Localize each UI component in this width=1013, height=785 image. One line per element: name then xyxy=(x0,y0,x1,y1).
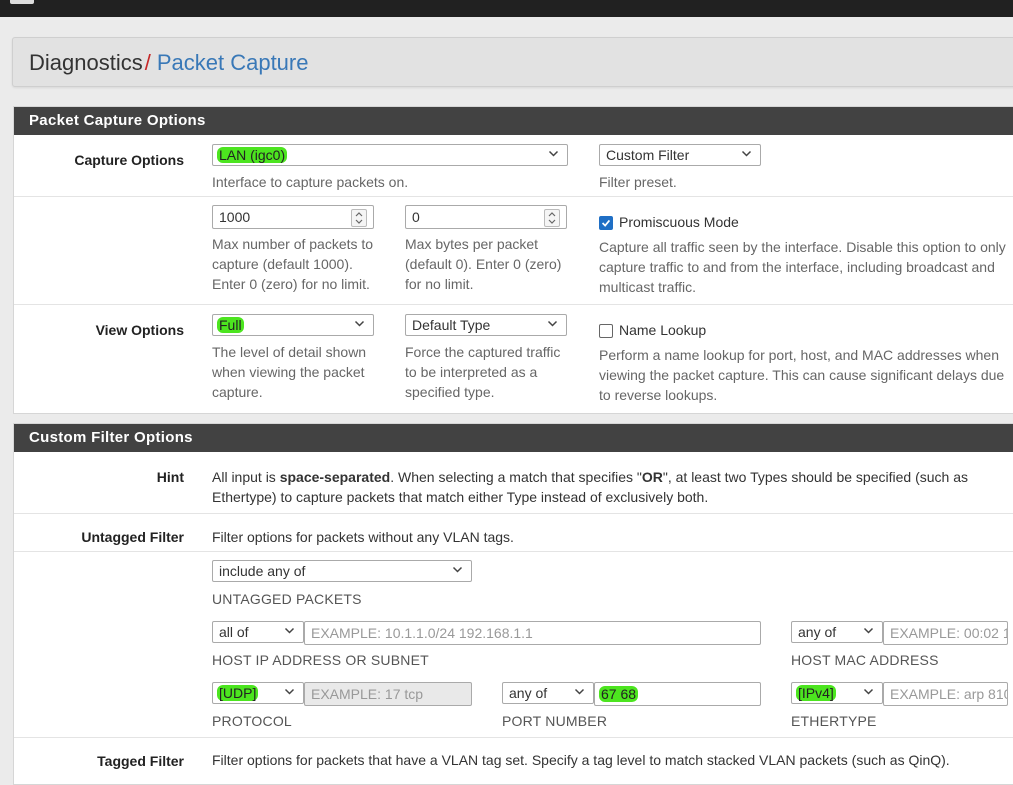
interface-help: Interface to capture packets on. xyxy=(212,174,409,190)
chevron-down-icon xyxy=(574,688,585,695)
host-ip-match-select[interactable]: all of xyxy=(212,621,304,643)
panel-title: Packet Capture Options xyxy=(29,112,206,129)
promiscuous-label[interactable]: Promiscuous Mode xyxy=(619,212,739,232)
filter-preset-value: Custom Filter xyxy=(606,147,690,163)
stepper-icon[interactable] xyxy=(351,209,367,227)
page-title: Diagnostics/Packet Capture xyxy=(29,50,308,76)
protocol-caption: PROTOCOL xyxy=(212,713,292,729)
menu-icon[interactable] xyxy=(10,0,34,4)
view-options-label: View Options xyxy=(95,322,184,338)
chevron-down-icon xyxy=(863,688,874,695)
name-lookup-checkbox[interactable] xyxy=(599,324,613,338)
capture-options-label: Capture Options xyxy=(74,152,184,168)
panel-title: Custom Filter Options xyxy=(29,429,193,446)
host-ip-input[interactable]: EXAMPLE: 10.1.1.0/24 192.168.1.1 xyxy=(304,621,761,645)
panel-header: Custom Filter Options xyxy=(14,424,1013,452)
panel-header: Packet Capture Options xyxy=(14,107,1013,135)
protocol-match-value: [UDP] xyxy=(217,685,259,701)
port-match-select[interactable]: any of xyxy=(502,682,594,704)
view-type-value: Default Type xyxy=(412,317,491,333)
promiscuous-help: Capture all traffic seen by the interfac… xyxy=(599,239,1006,295)
host-mac-match-value: any of xyxy=(798,624,837,640)
host-mac-placeholder: EXAMPLE: 00:02 11:22:33:44:55:66 xyxy=(890,625,1007,641)
max-packets-value: 1000 xyxy=(219,209,251,225)
port-match-value: any of xyxy=(509,685,548,701)
port-input[interactable]: 67 68 xyxy=(594,682,761,706)
view-level-help: The level of detail shown when viewing t… xyxy=(212,344,367,400)
ethertype-input[interactable]: EXAMPLE: arp 8100 xyxy=(883,682,1008,706)
custom-filter-options-panel: Custom Filter Options Hint All input is … xyxy=(13,423,1013,785)
breadcrumb-packet-capture-link[interactable]: Packet Capture xyxy=(157,50,309,75)
tagged-filter-label: Tagged Filter xyxy=(97,753,184,769)
ethertype-match-select[interactable]: [IPv4] xyxy=(791,682,883,704)
tagged-filter-description: Filter options for packets that have a V… xyxy=(212,752,950,768)
protocol-placeholder: EXAMPLE: 17 tcp xyxy=(311,686,424,702)
view-type-help: Force the captured traffic to be interpr… xyxy=(405,344,561,400)
packet-capture-options-panel: Packet Capture Options Capture Options L… xyxy=(13,106,1013,414)
ethertype-caption: ETHERTYPE xyxy=(791,713,877,729)
filter-preset-select[interactable]: Custom Filter xyxy=(599,144,761,166)
row-divider xyxy=(14,196,1013,197)
host-ip-placeholder: EXAMPLE: 10.1.1.0/24 192.168.1.1 xyxy=(311,625,533,641)
breadcrumb: Diagnostics/Packet Capture xyxy=(12,37,1013,87)
breadcrumb-separator: / xyxy=(144,50,151,75)
untagged-filter-label: Untagged Filter xyxy=(81,529,184,545)
host-ip-match-value: all of xyxy=(219,624,249,640)
chevron-down-icon xyxy=(547,320,558,327)
host-mac-input[interactable]: EXAMPLE: 00:02 11:22:33:44:55:66 xyxy=(883,621,1008,645)
protocol-match-select[interactable]: [UDP] xyxy=(212,682,304,704)
breadcrumb-diagnostics-link[interactable]: Diagnostics xyxy=(29,50,143,75)
chevron-down-icon xyxy=(354,320,365,327)
chevron-down-icon xyxy=(284,688,295,695)
port-value: 67 68 xyxy=(599,686,639,702)
hint-text: All input is space-separated. When selec… xyxy=(212,469,968,505)
chevron-down-icon xyxy=(284,627,295,634)
max-bytes-value: 0 xyxy=(412,209,420,225)
row-divider xyxy=(14,551,1013,552)
promiscuous-checkbox[interactable] xyxy=(599,216,613,230)
chevron-down-icon xyxy=(452,566,463,573)
max-packets-input[interactable]: 1000 xyxy=(212,205,374,229)
hint-bold-space-separated: space-separated xyxy=(279,469,391,485)
row-divider xyxy=(14,304,1013,305)
top-navbar xyxy=(0,0,1013,17)
host-mac-match-select[interactable]: any of xyxy=(791,621,883,643)
chevron-down-icon xyxy=(548,150,559,157)
filter-preset-help: Filter preset. xyxy=(599,174,677,190)
max-bytes-help: Max bytes per packet (default 0). Enter … xyxy=(405,236,562,292)
max-packets-help: Max number of packets to capture (defaul… xyxy=(212,236,374,292)
interface-select[interactable]: LAN (igc0) xyxy=(212,144,568,166)
host-mac-caption: HOST MAC ADDRESS xyxy=(791,652,939,668)
chevron-down-icon xyxy=(741,150,752,157)
view-level-value: Full xyxy=(217,317,244,333)
untagged-packets-caption: UNTAGGED PACKETS xyxy=(212,591,362,607)
name-lookup-help: Perform a name lookup for port, host, an… xyxy=(599,347,1005,403)
ethertype-placeholder: EXAMPLE: arp 8100 xyxy=(890,686,1008,702)
protocol-input[interactable]: EXAMPLE: 17 tcp xyxy=(304,682,472,706)
host-ip-caption: HOST IP ADDRESS OR SUBNET xyxy=(212,652,429,668)
untagged-filter-description: Filter options for packets without any V… xyxy=(212,529,514,545)
hint-bold-or: OR xyxy=(641,469,663,485)
ethertype-match-value: [IPv4] xyxy=(796,685,836,701)
view-level-select[interactable]: Full xyxy=(212,314,374,336)
view-type-select[interactable]: Default Type xyxy=(405,314,567,336)
chevron-down-icon xyxy=(863,627,874,634)
interface-select-value: LAN (igc0) xyxy=(217,147,288,163)
name-lookup-label[interactable]: Name Lookup xyxy=(619,320,706,340)
row-divider xyxy=(14,513,1013,514)
max-bytes-input[interactable]: 0 xyxy=(405,205,567,229)
stepper-icon[interactable] xyxy=(544,209,560,227)
untagged-match-value: include any of xyxy=(219,563,306,579)
port-caption: PORT NUMBER xyxy=(502,713,608,729)
hint-label: Hint xyxy=(156,469,184,485)
untagged-match-select[interactable]: include any of xyxy=(212,560,472,582)
row-divider xyxy=(14,737,1013,738)
